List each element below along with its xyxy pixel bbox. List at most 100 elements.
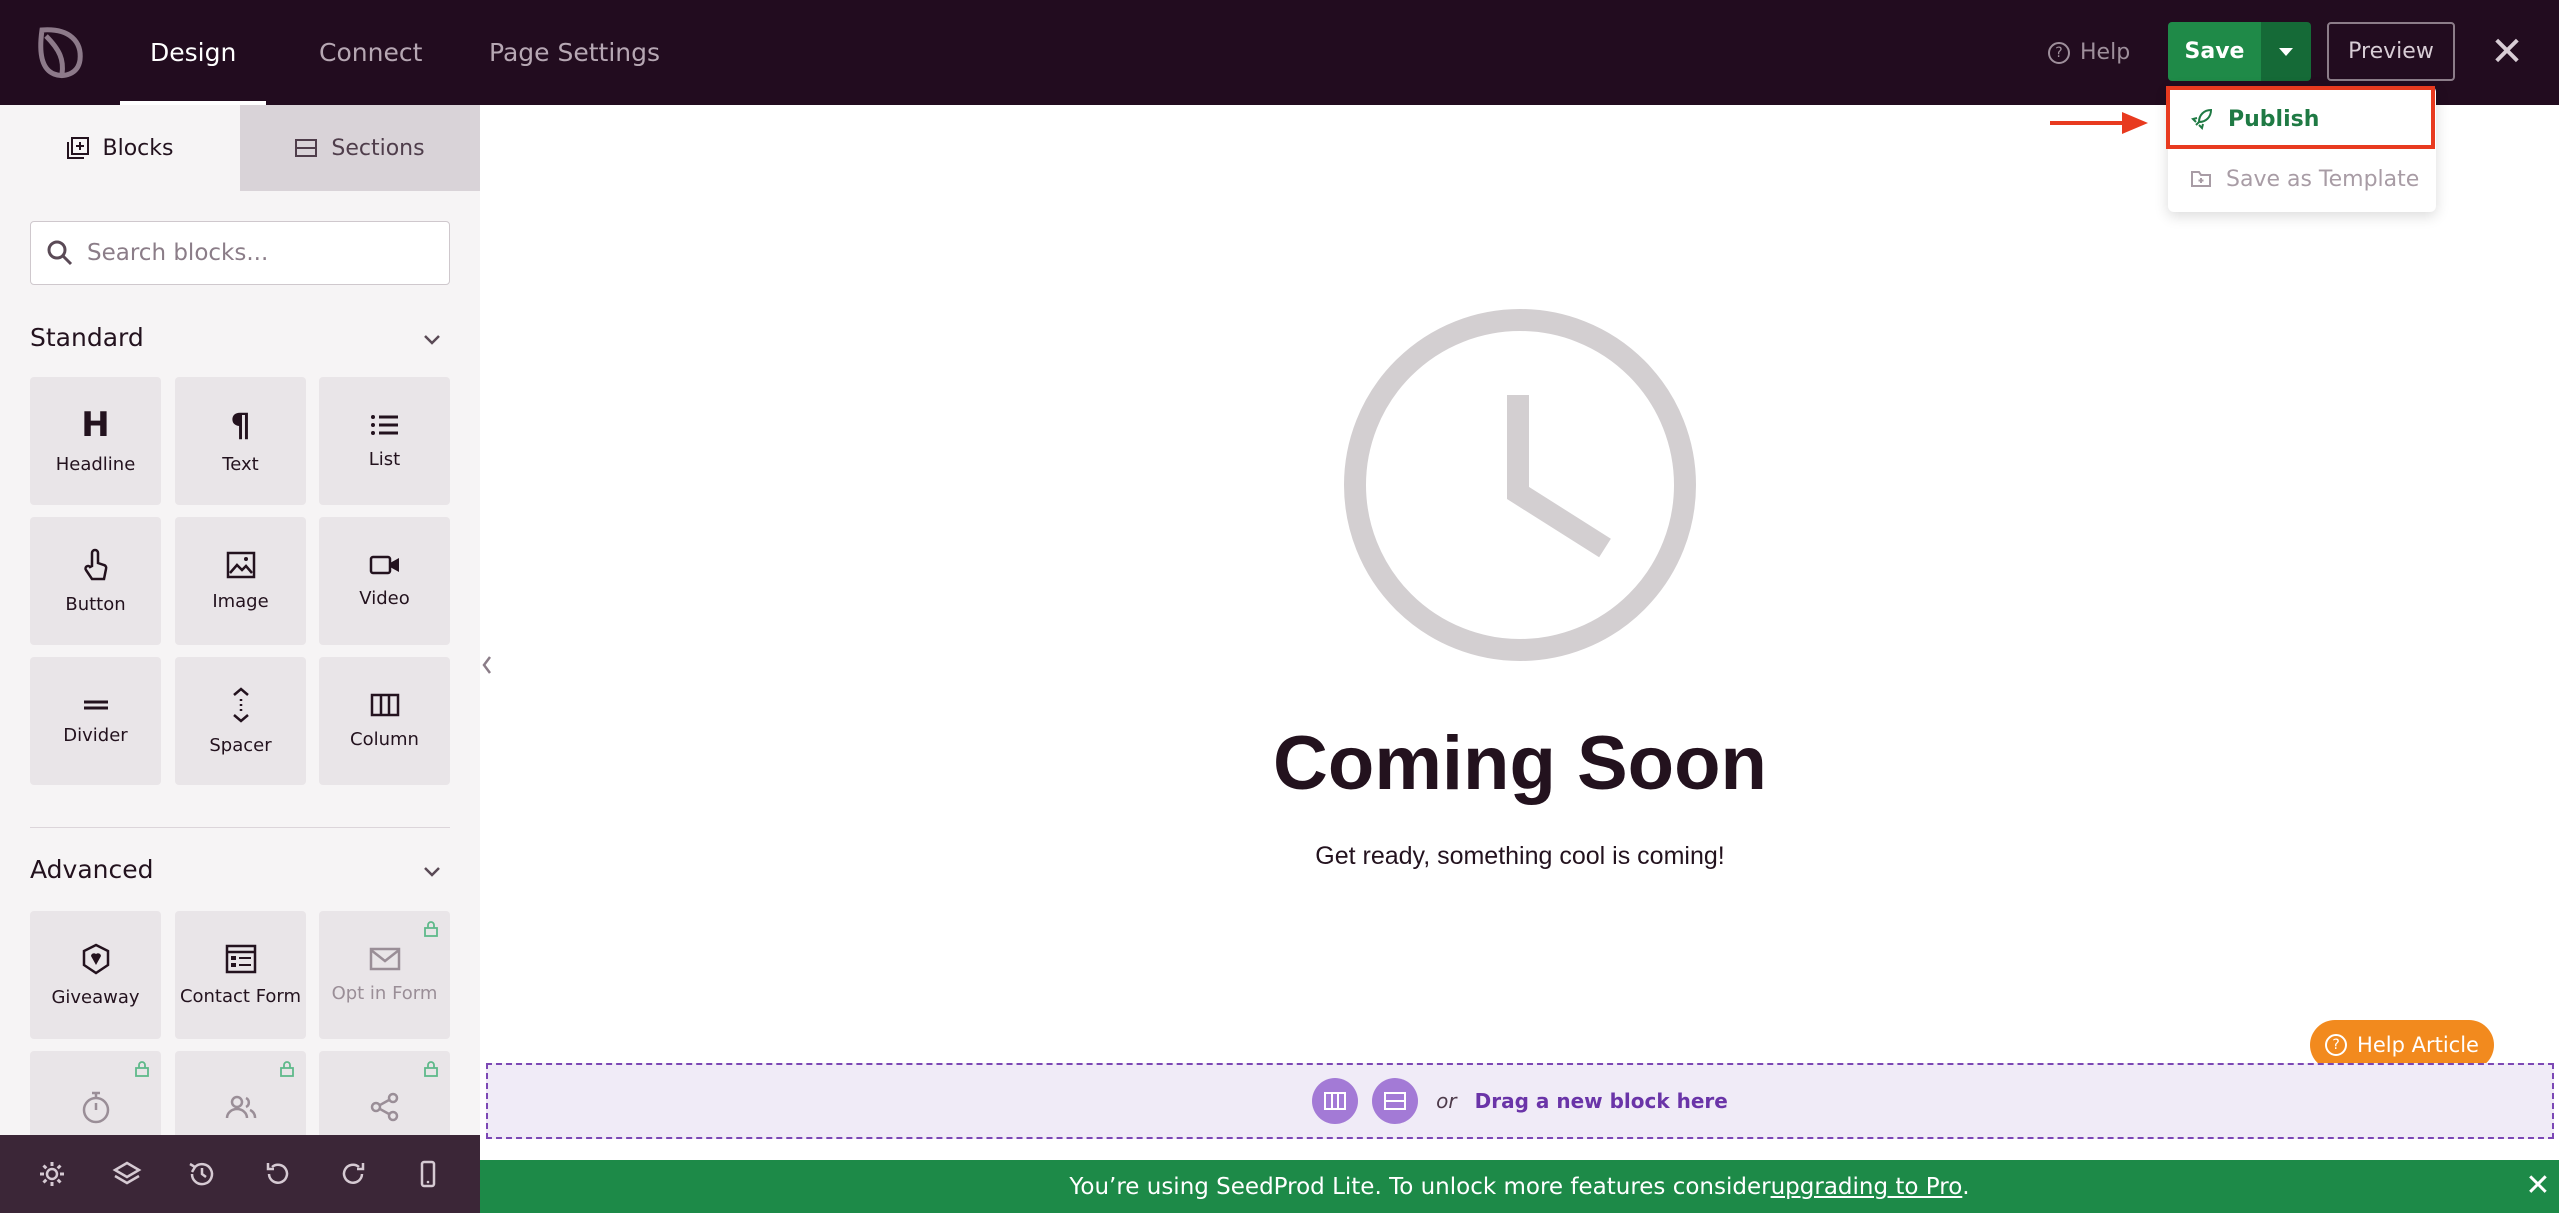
seedprod-logo-icon[interactable]: [30, 22, 90, 82]
coming-soon-subtitle[interactable]: Get ready, something cool is coming!: [1080, 842, 1960, 871]
coming-soon-headline[interactable]: Coming Soon: [1080, 720, 1960, 807]
tab-blocks-label: Blocks: [102, 135, 174, 161]
tab-sections-label: Sections: [331, 135, 425, 161]
upgrade-banner: You’re using SeedProd Lite. To unlock mo…: [480, 1160, 2559, 1213]
block-giveaway[interactable]: Giveaway: [30, 911, 161, 1039]
upgrade-to-pro-link[interactable]: upgrading to Pro: [1771, 1174, 1963, 1200]
sections-icon: [295, 139, 318, 157]
block-label: Headline: [55, 453, 136, 475]
share-icon: [370, 1092, 398, 1122]
redo-icon[interactable]: [338, 1159, 368, 1189]
headline-icon: H: [81, 404, 110, 445]
block-spacer[interactable]: Spacer: [175, 657, 306, 785]
tab-blocks[interactable]: Blocks: [0, 105, 240, 191]
lock-icon: [135, 1061, 149, 1077]
history-icon[interactable]: [187, 1159, 217, 1189]
block-social-profiles[interactable]: [175, 1051, 306, 1135]
sections-icon: [1384, 1092, 1407, 1110]
block-column[interactable]: Column: [319, 657, 450, 785]
block-label: Text: [222, 453, 259, 475]
columns-icon: [1324, 1092, 1347, 1110]
add-section-button[interactable]: [1372, 1078, 1419, 1124]
block-label: Spacer: [209, 734, 272, 756]
preview-button[interactable]: Preview: [2327, 22, 2455, 81]
lock-icon: [280, 1061, 294, 1077]
banner-text: You’re using SeedProd Lite. To unlock mo…: [1069, 1173, 1771, 1200]
block-label: Divider: [63, 724, 128, 746]
help-circle-icon: ?: [2048, 41, 2070, 64]
block-label: Giveaway: [51, 986, 140, 1008]
save-button[interactable]: Save: [2168, 22, 2261, 81]
help-label: Help: [2080, 40, 2131, 65]
tab-connect[interactable]: Connect: [319, 0, 422, 105]
lock-icon: [424, 921, 438, 937]
collapse-sidebar-chevron-icon[interactable]: [480, 640, 494, 690]
annotation-arrow-icon: [2050, 112, 2148, 134]
help-link[interactable]: ? Help: [2048, 0, 2130, 105]
block-label: Video: [359, 587, 410, 609]
caret-down-icon: [2279, 47, 2293, 56]
drop-zone-or: or: [1436, 1089, 1457, 1113]
block-opt-in-form[interactable]: Opt in Form: [319, 911, 450, 1039]
image-icon: [226, 551, 255, 578]
chevron-down-icon[interactable]: [420, 327, 444, 351]
block-button[interactable]: Button: [30, 517, 161, 645]
help-article-label: Help Article: [2357, 1033, 2479, 1057]
paragraph-icon: ¶: [230, 405, 251, 444]
gear-icon[interactable]: [37, 1159, 67, 1189]
layers-icon[interactable]: [112, 1159, 142, 1189]
save-options-dropdown-button[interactable]: [2261, 22, 2311, 81]
clock-icon: [1344, 309, 1696, 661]
users-icon: [225, 1095, 256, 1119]
block-text[interactable]: ¶ Text: [175, 377, 306, 505]
pointer-hand-icon: [83, 548, 107, 580]
list-icon: [370, 414, 398, 435]
divider-icon: [83, 700, 108, 709]
block-label: Contact Form: [179, 985, 302, 1007]
bottom-toolbar: [0, 1135, 480, 1213]
columns-icon: [370, 693, 399, 716]
tab-design[interactable]: Design: [119, 0, 267, 105]
block-list[interactable]: List: [319, 377, 450, 505]
block-image[interactable]: Image: [175, 517, 306, 645]
search-icon: [47, 240, 73, 266]
contact-form-icon: [225, 944, 256, 973]
block-label: Column: [350, 728, 419, 750]
standard-category-title: Standard: [30, 323, 144, 352]
tab-sections[interactable]: Sections: [240, 105, 480, 191]
advanced-category-title: Advanced: [30, 855, 154, 884]
block-headline[interactable]: H Headline: [30, 377, 161, 505]
block-social-sharing[interactable]: [319, 1051, 450, 1135]
tab-page-settings[interactable]: Page Settings: [489, 0, 660, 105]
help-circle-icon: ?: [2325, 1034, 2348, 1056]
search-box: [30, 221, 450, 285]
drop-zone-text: Drag a new block here: [1474, 1089, 1728, 1113]
chevron-down-icon[interactable]: [420, 859, 444, 883]
close-banner-icon[interactable]: ✕: [2525, 1168, 2551, 1204]
block-divider[interactable]: Divider: [30, 657, 161, 785]
undo-icon[interactable]: [263, 1159, 293, 1189]
video-camera-icon: [369, 555, 399, 574]
block-contact-form[interactable]: Contact Form: [175, 911, 306, 1039]
block-label: Button: [65, 593, 126, 615]
giveaway-icon: [82, 943, 109, 975]
spacer-icon: [232, 686, 249, 723]
search-blocks-input[interactable]: [87, 240, 427, 266]
block-countdown[interactable]: [30, 1051, 161, 1135]
add-columns-button[interactable]: [1312, 1078, 1359, 1124]
save-as-template-label: Save as Template: [2226, 166, 2420, 192]
block-drop-zone[interactable]: or Drag a new block here: [486, 1063, 2554, 1139]
sidebar: Blocks Sections Standard H Headline ¶ Te…: [0, 105, 480, 1135]
block-label: Image: [212, 590, 269, 612]
lock-icon: [424, 1061, 438, 1077]
block-video[interactable]: Video: [319, 517, 450, 645]
mobile-preview-icon[interactable]: [413, 1159, 443, 1189]
envelope-icon: [369, 947, 400, 970]
block-label: Opt in Form: [331, 982, 438, 1004]
close-icon[interactable]: ✕: [2490, 30, 2524, 74]
publish-highlight-annotation: [2166, 86, 2435, 149]
blocks-icon: [66, 137, 89, 159]
block-label: List: [368, 448, 401, 470]
banner-text-end: .: [1962, 1173, 1970, 1200]
save-as-template-menu-item[interactable]: Save as Template: [2168, 150, 2436, 208]
